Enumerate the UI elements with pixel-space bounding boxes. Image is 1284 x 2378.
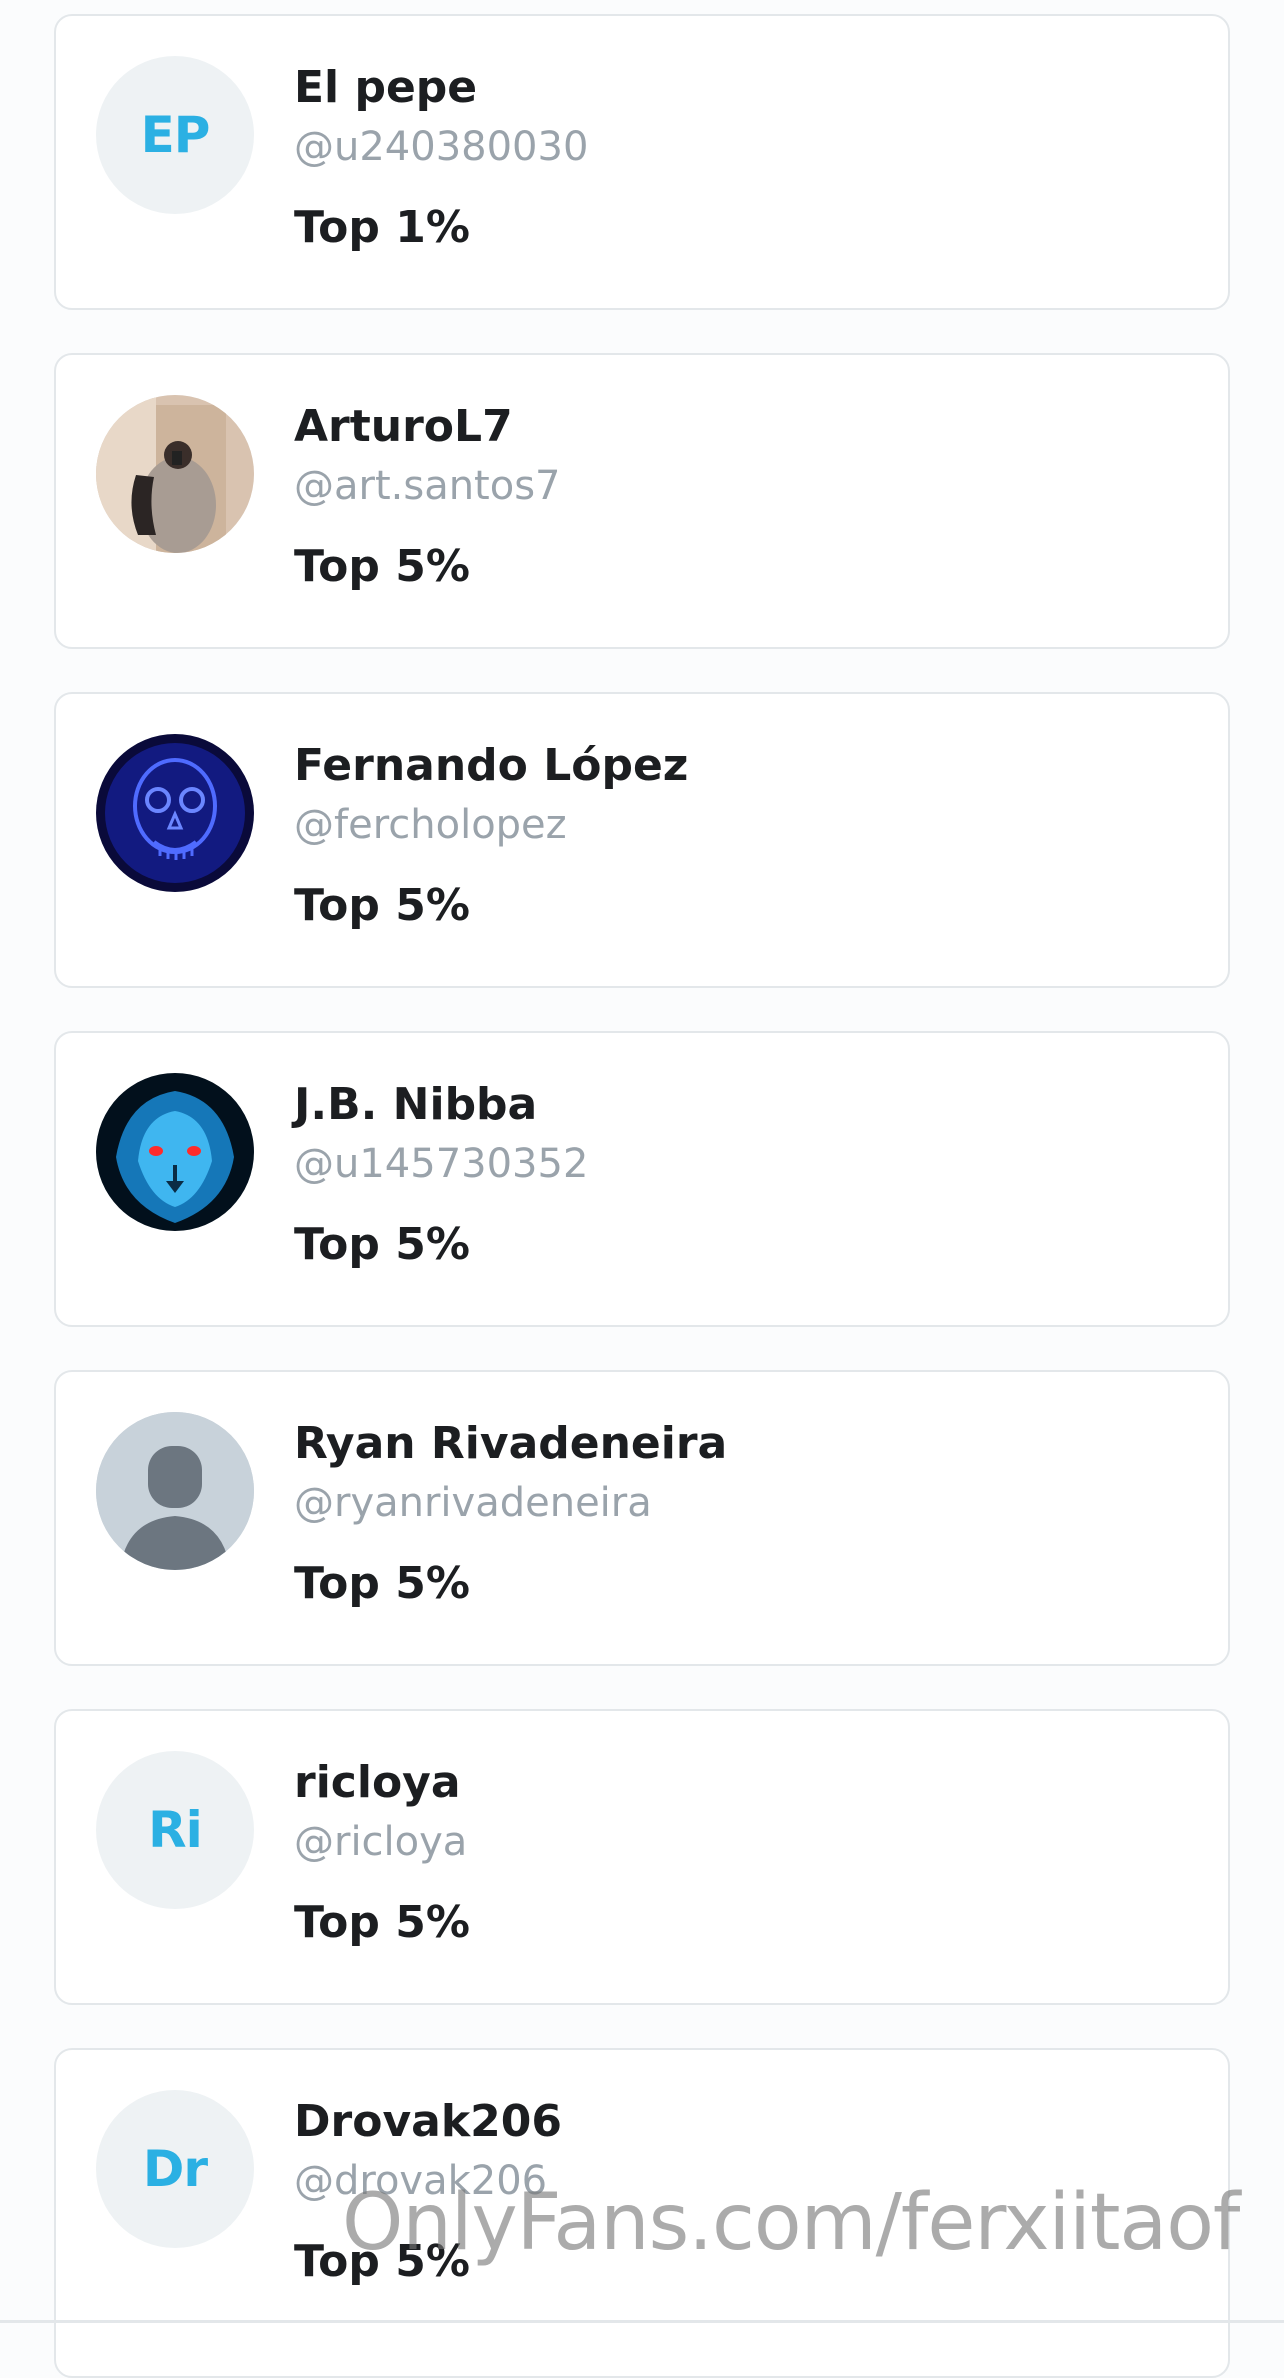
user-display-name[interactable]: ArturoL7: [294, 401, 513, 452]
user-display-name[interactable]: ricloya: [294, 1757, 461, 1808]
user-display-name[interactable]: Drovak206: [294, 2096, 562, 2147]
watermark-text: OnlyFans.com/ferxiitaof: [342, 2178, 1240, 2268]
user-handle[interactable]: @ricloya: [294, 1819, 467, 1865]
avatar-initials: Dr: [142, 2140, 208, 2198]
user-display-name[interactable]: Ryan Rivadeneira: [294, 1418, 727, 1469]
person-icon: [96, 1412, 254, 1570]
avatar[interactable]: [96, 1073, 254, 1231]
user-display-name[interactable]: Fernando López: [294, 740, 688, 791]
user-card[interactable]: Ri ricloya @ricloya Top 5%: [54, 1709, 1230, 2005]
avatar-photo: [96, 734, 254, 892]
avatar-photo: [96, 395, 254, 553]
rank-badge: Top 5%: [294, 1897, 470, 1948]
avatar-photo: [96, 1073, 254, 1231]
avatar-initials: Ri: [148, 1801, 203, 1859]
user-handle[interactable]: @ryanrivadeneira: [294, 1480, 652, 1526]
user-display-name[interactable]: El pepe: [294, 62, 477, 113]
user-handle[interactable]: @u145730352: [294, 1141, 588, 1187]
user-card[interactable]: J.B. Nibba @u145730352 Top 5%: [54, 1031, 1230, 1327]
avatar[interactable]: Dr: [96, 2090, 254, 2248]
user-handle[interactable]: @u240380030: [294, 124, 588, 170]
user-handle[interactable]: @fercholopez: [294, 802, 567, 848]
user-card[interactable]: EP El pepe @u240380030 Top 1%: [54, 14, 1230, 310]
avatar-initials: EP: [140, 106, 211, 164]
user-handle[interactable]: @art.santos7: [294, 463, 561, 509]
user-card[interactable]: ArturoL7 @art.santos7 Top 5%: [54, 353, 1230, 649]
user-card[interactable]: Ryan Rivadeneira @ryanrivadeneira Top 5%: [54, 1370, 1230, 1666]
user-card[interactable]: Fernando López @fercholopez Top 5%: [54, 692, 1230, 988]
divider: [0, 2320, 1284, 2323]
rank-badge: Top 5%: [294, 541, 470, 592]
avatar[interactable]: [96, 1412, 254, 1570]
avatar[interactable]: [96, 395, 254, 553]
rank-badge: Top 1%: [294, 202, 470, 253]
avatar[interactable]: EP: [96, 56, 254, 214]
avatar[interactable]: [96, 734, 254, 892]
rank-badge: Top 5%: [294, 1558, 470, 1609]
user-display-name[interactable]: J.B. Nibba: [294, 1079, 537, 1130]
rank-badge: Top 5%: [294, 880, 470, 931]
rank-badge: Top 5%: [294, 1219, 470, 1270]
avatar[interactable]: Ri: [96, 1751, 254, 1909]
